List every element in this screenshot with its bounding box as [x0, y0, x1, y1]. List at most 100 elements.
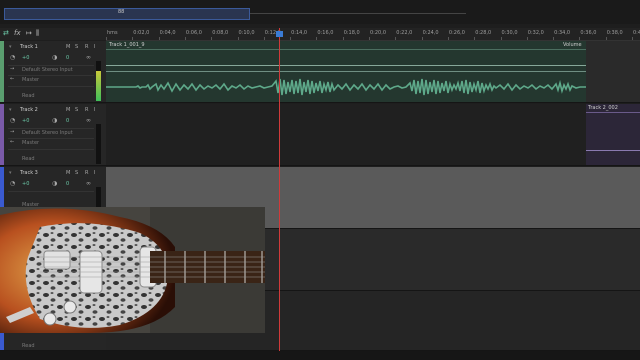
time-ruler[interactable]: hms 0:02,0 0:04,0 0:06,0 0:08,0 0:10,0 0:12,0 0…	[106, 28, 640, 41]
output-arrow-icon: ←	[10, 139, 15, 145]
output-select[interactable]: Master	[22, 140, 39, 146]
automation-mode-select[interactable]: Read	[22, 343, 35, 349]
volume-envelope-line[interactable]	[106, 65, 586, 66]
ruler-tick	[184, 37, 186, 40]
automation-mode-select[interactable]: Read	[22, 93, 35, 99]
volume-value[interactable]: +0	[22, 55, 29, 61]
track-1-header[interactable]: ▾ Track 1 M S R I ◔ +0 ◑ 0 ∞ → Default S…	[0, 41, 106, 103]
track-collapse-icon[interactable]: ▾	[9, 170, 12, 176]
volume-knob-icon[interactable]: ◔	[10, 117, 15, 124]
pan-envelope-line[interactable]	[106, 71, 586, 72]
monitor-button[interactable]: I	[94, 107, 95, 113]
track-2-header[interactable]: ▾ Track 2 M S R I ◔ +0 ◑ 0 ∞ → Default S…	[0, 104, 106, 166]
track-name[interactable]: Track 1	[20, 44, 38, 50]
ruler-tick	[500, 37, 502, 40]
mute-button[interactable]: M	[66, 44, 70, 50]
ruler-tick	[526, 37, 528, 40]
audio-clip[interactable]: Track 1_001_9 Volume	[106, 41, 586, 102]
playhead[interactable]	[279, 28, 280, 360]
ruler-tick-label: 0:10,0	[238, 30, 255, 36]
status-strip	[0, 351, 640, 360]
ruler-tick-label: 0:18,0	[343, 30, 360, 36]
ruler-tick-label: 0:08,0	[212, 30, 229, 36]
overview-bar[interactable]: 88	[0, 0, 640, 24]
automation-mode-select[interactable]: Read	[22, 156, 35, 162]
pan-value[interactable]: 0	[66, 181, 69, 187]
track-name[interactable]: Track 2	[20, 107, 38, 113]
ruler-tick	[290, 37, 292, 40]
pan-knob-icon[interactable]: ◑	[52, 54, 57, 61]
ruler-tick	[474, 37, 476, 40]
output-select[interactable]: Master	[22, 77, 39, 83]
clip-header-line	[106, 49, 586, 50]
ruler-tick-label: 0:40,0	[633, 30, 640, 36]
ruler-tick	[342, 37, 344, 40]
level-meter	[96, 61, 101, 101]
pan-knob-icon[interactable]: ◑	[52, 180, 57, 187]
track-name[interactable]: Track 3	[20, 170, 38, 176]
input-select[interactable]: Default Stereo Input	[22, 130, 73, 136]
input-arrow-icon: →	[10, 129, 15, 135]
ruler-tick	[421, 37, 423, 40]
ruler-tick-label: 0:22,0	[396, 30, 413, 36]
playhead-handle[interactable]	[276, 31, 283, 37]
ruler-tick	[579, 37, 581, 40]
ruler-tick-label: 0:06,0	[185, 30, 202, 36]
ruler-tick	[211, 37, 213, 40]
audio-clip[interactable]: Track 2_002	[586, 104, 640, 165]
clip-name: Track 2_002	[588, 105, 618, 111]
volume-value[interactable]: +0	[22, 181, 29, 187]
ruler-tick	[132, 37, 134, 40]
overview-visible-range[interactable]	[4, 8, 250, 20]
level-meter	[96, 124, 101, 164]
envelope-label: Volume	[563, 42, 582, 48]
volume-knob-icon[interactable]: ◔	[10, 54, 15, 61]
arm-button[interactable]: R	[85, 44, 88, 50]
guitar-image	[0, 207, 265, 333]
output-arrow-icon: ←	[10, 76, 15, 82]
pan-value[interactable]: 0	[66, 118, 69, 124]
ruler-tick	[632, 37, 633, 40]
link-icon[interactable]: ∞	[86, 180, 91, 187]
input-arrow-icon: →	[10, 66, 15, 72]
track-2-lane[interactable]: Track 2_002	[106, 104, 640, 166]
monitor-button[interactable]: I	[94, 44, 95, 50]
volume-knob-icon[interactable]: ◔	[10, 180, 15, 187]
track-bottom-header[interactable]: Read	[0, 333, 106, 351]
track-collapse-icon[interactable]: ▾	[9, 44, 12, 50]
fx-icon[interactable]: fx	[14, 29, 21, 37]
ruler-tick	[316, 37, 318, 40]
arm-button[interactable]: R	[85, 170, 88, 176]
ruler-tick	[605, 37, 607, 40]
solo-button[interactable]: S	[75, 44, 78, 50]
loop-icon[interactable]: ⇄	[3, 29, 9, 37]
mute-button[interactable]: M	[66, 170, 70, 176]
solo-button[interactable]: S	[75, 170, 78, 176]
track-1-lane[interactable]: Track 1_001_9 Volume	[106, 41, 640, 103]
waveform	[106, 78, 586, 96]
solo-button[interactable]: S	[75, 107, 78, 113]
volume-envelope-line[interactable]	[586, 150, 640, 151]
link-icon[interactable]: ∞	[86, 54, 91, 61]
ruler-tick-label: 0:26,0	[448, 30, 465, 36]
clip-name: Track 1_001_9	[109, 42, 145, 48]
ruler-tick-label: 0:02,0	[133, 30, 150, 36]
eq-icon[interactable]: ⫼	[36, 29, 39, 38]
input-select[interactable]: Default Stereo Input	[22, 67, 73, 73]
mute-button[interactable]: M	[66, 107, 70, 113]
link-icon[interactable]: ∞	[86, 117, 91, 124]
input-icon[interactable]: ↦	[26, 29, 32, 37]
ruler-tick-label: 0:34,0	[554, 30, 571, 36]
divider	[8, 65, 94, 66]
track-color-bar	[0, 41, 4, 102]
divider	[8, 128, 94, 129]
divider	[8, 138, 94, 139]
pan-value[interactable]: 0	[66, 55, 69, 61]
clip-header-line	[586, 112, 640, 113]
arm-button[interactable]: R	[85, 107, 88, 113]
monitor-button[interactable]: I	[94, 170, 95, 176]
pan-knob-icon[interactable]: ◑	[52, 117, 57, 124]
ruler-tick	[263, 37, 265, 40]
track-collapse-icon[interactable]: ▾	[9, 107, 12, 113]
volume-value[interactable]: +0	[22, 118, 29, 124]
